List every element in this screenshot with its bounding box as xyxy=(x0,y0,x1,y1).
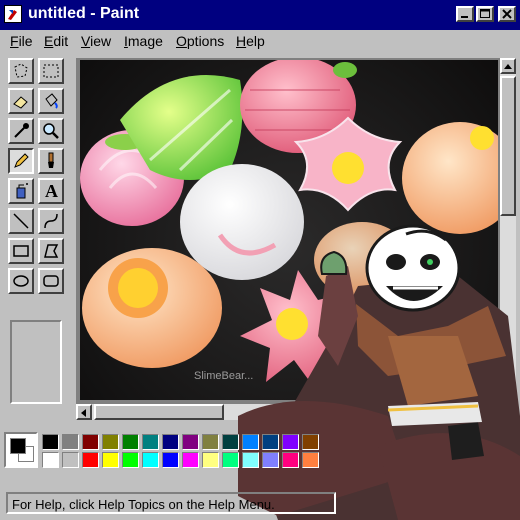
vertical-scroll-thumb[interactable] xyxy=(500,76,516,216)
fill-icon[interactable] xyxy=(38,88,64,114)
window-title: untitled - Paint xyxy=(28,5,140,22)
palette-swatch[interactable] xyxy=(262,434,279,450)
eyedropper-icon[interactable] xyxy=(8,118,34,144)
menu-help-label: Help xyxy=(236,33,265,49)
palette-swatch[interactable] xyxy=(142,434,159,450)
status-bar: For Help, click Help Topics on the Help … xyxy=(0,486,520,520)
minimize-button[interactable] xyxy=(456,6,474,22)
curve-icon[interactable] xyxy=(38,208,64,234)
scroll-left-button[interactable] xyxy=(76,404,92,420)
palette-swatch[interactable] xyxy=(282,452,299,468)
menu-options[interactable]: Options xyxy=(176,33,224,49)
menu-image-label: Image xyxy=(124,33,163,49)
color-palette xyxy=(0,428,520,478)
palette-swatch[interactable] xyxy=(102,452,119,468)
palette-swatch[interactable] xyxy=(222,452,239,468)
status-text: For Help, click Help Topics on the Help … xyxy=(6,492,336,514)
tool-options-box[interactable] xyxy=(10,320,62,404)
menu-image[interactable]: Image xyxy=(124,33,163,49)
text-tool-glyph: A xyxy=(45,181,58,201)
rect-select-icon[interactable] xyxy=(38,58,64,84)
tool-box: A xyxy=(6,58,68,312)
palette-swatch[interactable] xyxy=(242,452,259,468)
palette-swatch[interactable] xyxy=(142,452,159,468)
maximize-button[interactable] xyxy=(476,6,494,22)
palette-swatch[interactable] xyxy=(42,434,59,450)
palette-swatch[interactable] xyxy=(302,434,319,450)
menu-file-label: File xyxy=(10,33,33,49)
palette-swatch[interactable] xyxy=(202,452,219,468)
rectangle-icon[interactable] xyxy=(8,238,34,264)
menu-help[interactable]: Help xyxy=(236,33,265,49)
palette-swatch[interactable] xyxy=(302,452,319,468)
menu-view-label: View xyxy=(81,33,112,49)
palette-swatch[interactable] xyxy=(202,434,219,450)
palette-swatch[interactable] xyxy=(222,434,239,450)
menu-view[interactable]: View xyxy=(81,33,111,49)
palette-swatch[interactable] xyxy=(62,452,79,468)
free-select-icon[interactable] xyxy=(8,58,34,84)
title-bar: untitled - Paint xyxy=(0,0,520,30)
palette-swatch[interactable] xyxy=(282,434,299,450)
rounded-rect-icon[interactable] xyxy=(38,268,64,294)
scroll-up-button[interactable] xyxy=(500,58,516,74)
line-icon[interactable] xyxy=(8,208,34,234)
close-button[interactable] xyxy=(498,6,516,22)
brush-icon[interactable] xyxy=(38,148,64,174)
polygon-icon[interactable] xyxy=(38,238,64,264)
menu-edit[interactable]: Edit xyxy=(44,33,68,49)
palette-swatch[interactable] xyxy=(62,434,79,450)
palette-swatch[interactable] xyxy=(182,434,199,450)
palette-swatch[interactable] xyxy=(82,434,99,450)
palette-swatch[interactable] xyxy=(102,434,119,450)
palette-swatch[interactable] xyxy=(122,434,139,450)
menu-options-label: Options xyxy=(176,33,225,49)
pencil-icon[interactable] xyxy=(8,148,34,174)
menu-bar: File Edit View Image Options Help xyxy=(0,30,520,54)
palette-swatch[interactable] xyxy=(182,452,199,468)
magnifier-icon[interactable] xyxy=(38,118,64,144)
current-colors-indicator[interactable] xyxy=(4,432,38,468)
foreground-color-swatch[interactable] xyxy=(10,438,26,454)
airbrush-icon[interactable] xyxy=(8,178,34,204)
palette-swatch[interactable] xyxy=(242,434,259,450)
palette-swatch[interactable] xyxy=(42,452,59,468)
palette-swatch[interactable] xyxy=(262,452,279,468)
palette-swatch[interactable] xyxy=(162,434,179,450)
eraser-icon[interactable] xyxy=(8,88,34,114)
menu-file[interactable]: File xyxy=(10,33,33,49)
text-icon[interactable]: A xyxy=(38,178,64,204)
ellipse-icon[interactable] xyxy=(8,268,34,294)
paint-app-icon[interactable] xyxy=(4,5,22,23)
palette-swatch[interactable] xyxy=(82,452,99,468)
palette-swatch[interactable] xyxy=(162,452,179,468)
menu-edit-label: Edit xyxy=(44,33,69,49)
horizontal-scroll-thumb[interactable] xyxy=(94,404,224,420)
palette-swatch[interactable] xyxy=(122,452,139,468)
